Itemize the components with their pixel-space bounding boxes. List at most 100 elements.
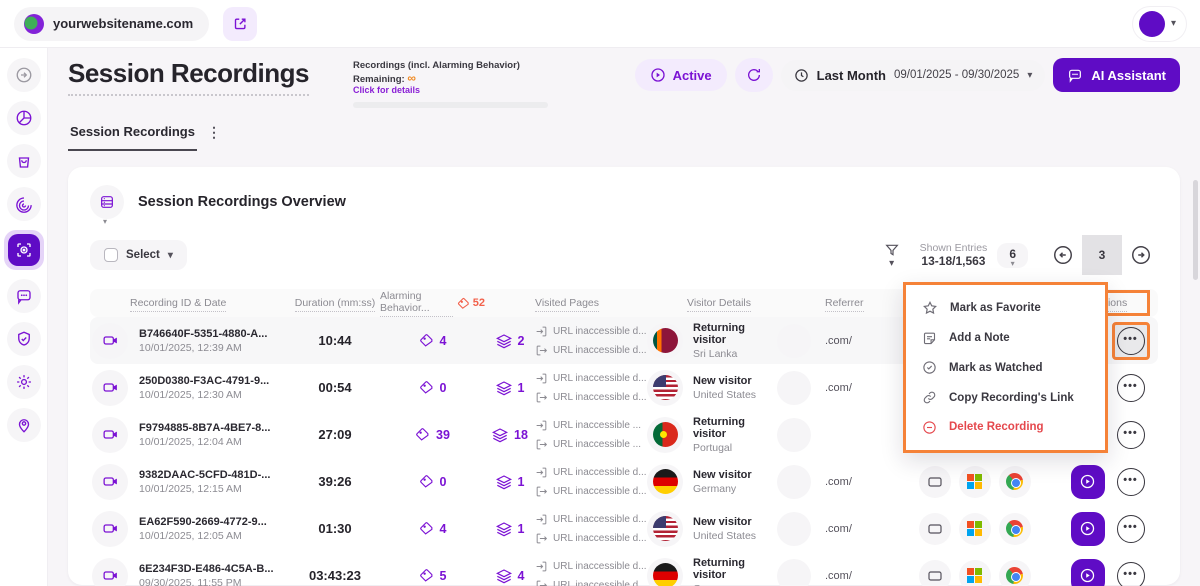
duration: 39:26 <box>290 474 380 489</box>
country-flag-icon <box>647 370 683 406</box>
period-range: 09/01/2025 - 09/30/2025 <box>894 69 1019 81</box>
sidebar-item-settings[interactable] <box>7 365 41 399</box>
video-camera-icon <box>92 370 128 406</box>
chevron-down-icon: ▾ <box>1171 18 1176 29</box>
menu-item-copy-link[interactable]: Copy Recording's Link <box>906 390 1105 405</box>
recordings-table-icon <box>99 194 115 210</box>
sidebar-item-session-recordings[interactable] <box>4 230 44 270</box>
open-website-button[interactable] <box>223 7 257 41</box>
sidebar-item-heatmaps[interactable] <box>7 187 41 221</box>
chrome-browser-icon <box>999 466 1031 498</box>
row-actions-highlight: ••• <box>1112 369 1150 407</box>
current-page[interactable]: 3 <box>1082 235 1122 275</box>
recording-date: 10/01/2025, 12:04 AM <box>139 436 270 448</box>
column-visited-pages[interactable]: Visited Pages <box>535 297 599 312</box>
overview-collapse-button[interactable]: ▾ <box>90 185 124 219</box>
user-menu[interactable]: ▾ <box>1133 7 1186 41</box>
column-duration[interactable]: Duration (mm:ss) <box>295 297 376 312</box>
alarming-behavior-count: 5 <box>380 568 485 583</box>
page-enter-icon <box>535 372 548 385</box>
visitor-type: New visitor <box>693 516 756 528</box>
menu-item-add-note[interactable]: Add a Note <box>906 331 1105 346</box>
sidebar <box>0 48 48 586</box>
chevron-down-icon: ▾ <box>168 250 173 261</box>
sidebar-item-store[interactable] <box>7 144 41 178</box>
table-row[interactable]: 9382DAAC-5CFD-481D-... 10/01/2025, 12:15… <box>90 458 1158 505</box>
check-circle-icon <box>922 360 937 375</box>
page-enter-icon <box>535 325 548 338</box>
referrer-url: .com/ <box>825 570 852 582</box>
sidebar-item-consent[interactable] <box>7 322 41 356</box>
row-actions-highlight: ••• <box>1112 463 1150 501</box>
column-visitor-details[interactable]: Visitor Details <box>687 297 751 312</box>
filter-button[interactable]: ▾ <box>874 239 910 272</box>
sidebar-item-visitor-location[interactable] <box>7 408 41 442</box>
active-filter-button[interactable]: Active <box>635 59 727 91</box>
alarming-tag-icon <box>419 474 434 489</box>
refresh-button[interactable] <box>735 58 773 92</box>
ai-assistant-button[interactable]: AI Assistant <box>1053 58 1180 92</box>
layers-icon <box>496 380 512 396</box>
next-page-button[interactable] <box>1124 238 1158 272</box>
select-dropdown[interactable]: Select ▾ <box>90 240 187 270</box>
previous-page-button[interactable] <box>1046 238 1080 272</box>
select-checkbox[interactable] <box>104 248 118 262</box>
more-actions-button[interactable]: ••• <box>1117 421 1145 449</box>
alarming-total: 52 <box>473 297 485 309</box>
page-size-dropdown[interactable]: 6 ▾ <box>997 243 1028 268</box>
entry-page: URL inaccessible d... <box>535 372 647 385</box>
referrer-favicon <box>777 324 811 358</box>
recording-id: B746640F-5351-4880-A... <box>139 328 267 340</box>
tab-options-kebab-icon[interactable]: ⋮ <box>207 124 221 151</box>
external-link-icon <box>233 16 248 31</box>
chrome-browser-icon <box>999 513 1031 545</box>
windows-os-icon <box>959 560 991 586</box>
menu-item-mark-favorite[interactable]: Mark as Favorite <box>906 300 1105 316</box>
more-actions-button[interactable]: ••• <box>1117 374 1145 402</box>
refresh-icon <box>746 67 762 83</box>
more-actions-button[interactable]: ••• <box>1117 468 1145 496</box>
referrer-favicon <box>777 371 811 405</box>
exit-page: URL inaccessible d... <box>535 579 647 586</box>
duration: 10:44 <box>290 333 380 348</box>
panel-toggle-icon <box>15 66 33 84</box>
period-label: Last Month <box>817 68 886 83</box>
more-actions-button[interactable]: ••• <box>1117 327 1145 355</box>
play-recording-button[interactable] <box>1071 559 1105 586</box>
scrollbar[interactable] <box>1193 180 1198 280</box>
column-referrer[interactable]: Referrer <box>825 297 864 312</box>
menu-item-mark-watched[interactable]: Mark as Watched <box>906 360 1105 375</box>
website-selector[interactable]: yourwebsitename.com <box>14 7 209 41</box>
infinity-icon: ∞ <box>407 71 416 85</box>
date-range-picker[interactable]: Last Month 09/01/2025 - 09/30/2025 ▾ <box>781 60 1046 91</box>
sidebar-item-feedback[interactable] <box>7 279 41 313</box>
more-actions-button[interactable]: ••• <box>1117 515 1145 543</box>
entry-page: URL inaccessible d... <box>535 513 647 526</box>
quota-details-link[interactable]: Click for details <box>353 85 553 95</box>
layers-icon <box>492 427 508 443</box>
avatar <box>1139 11 1165 37</box>
referrer-url: .com/ <box>825 335 852 347</box>
recording-date: 10/01/2025, 12:39 AM <box>139 342 267 354</box>
sidebar-item-panel-toggle[interactable] <box>7 58 41 92</box>
visited-pages-count: 18 <box>485 427 535 443</box>
menu-item-delete-recording[interactable]: Delete Recording <box>906 420 1105 435</box>
page-exit-icon <box>535 579 548 586</box>
quota-progress-bar <box>353 102 548 108</box>
tab-session-recordings[interactable]: Session Recordings <box>68 124 197 151</box>
play-recording-button[interactable] <box>1071 512 1105 546</box>
exit-page: URL inaccessible d... <box>535 344 647 357</box>
table-row[interactable]: EA62F590-2669-4772-9... 10/01/2025, 12:0… <box>90 505 1158 552</box>
visited-pages-count: 2 <box>485 333 535 349</box>
more-actions-button[interactable]: ••• <box>1117 562 1145 586</box>
column-recording-id[interactable]: Recording ID & Date <box>130 297 226 312</box>
column-alarming-behavior[interactable]: Alarming Behavior... <box>380 290 453 317</box>
sidebar-item-analytics[interactable] <box>7 101 41 135</box>
referrer-url: .com/ <box>825 523 852 535</box>
visitor-country: Germany <box>693 483 752 495</box>
country-flag-icon <box>647 558 683 586</box>
table-row[interactable]: 6E234F3D-E486-4C5A-B... 09/30/2025, 11:5… <box>90 552 1158 586</box>
play-recording-button[interactable] <box>1071 465 1105 499</box>
video-camera-icon <box>92 417 128 453</box>
arrow-left-circle-icon <box>1052 244 1074 266</box>
